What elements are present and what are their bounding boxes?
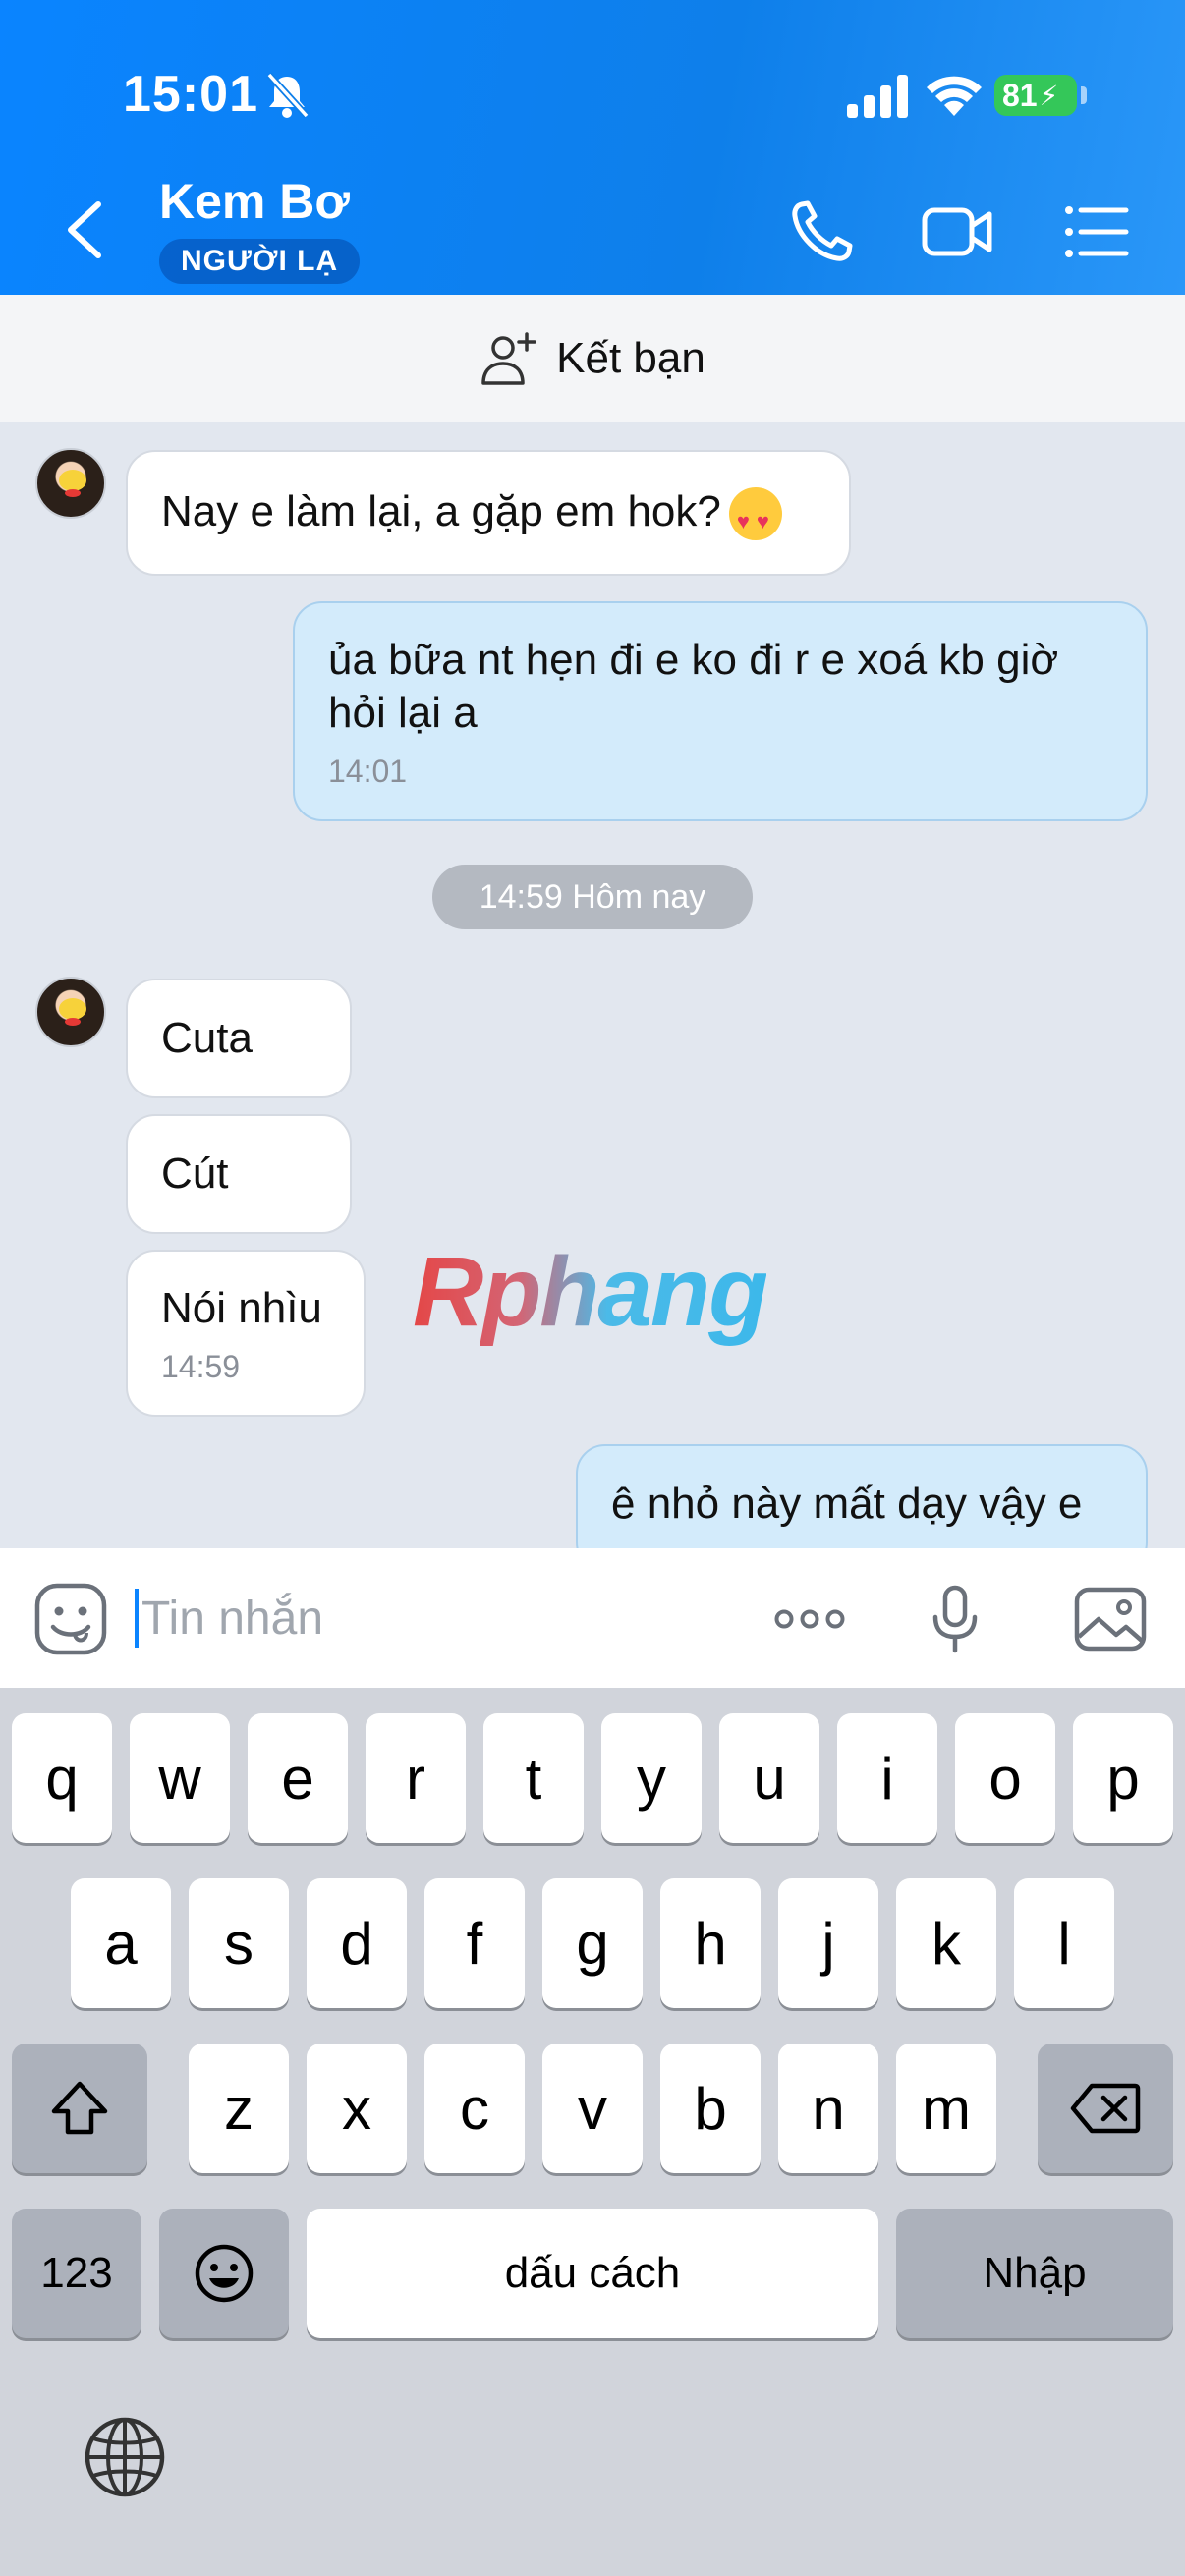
message-bubble-out[interactable]: ủa bữa nt hẹn đi e ko đi r e xoá kb giờ … <box>293 601 1148 821</box>
key-n[interactable]: n <box>778 2044 878 2173</box>
add-friend-label: Kết bạn <box>556 334 705 382</box>
phone-call-icon[interactable] <box>786 196 857 267</box>
shift-arrow-icon <box>51 2081 108 2135</box>
delete-key[interactable] <box>1038 2044 1173 2173</box>
status-time: 15:01 <box>123 66 258 123</box>
space-key[interactable]: dấu cách <box>307 2209 878 2338</box>
key-d[interactable]: d <box>307 1878 407 2008</box>
message-bubble-in[interactable]: Cút <box>126 1114 352 1234</box>
key-t[interactable]: t <box>483 1713 584 1843</box>
message-bubble-in[interactable]: Nay e làm lại, a gặp em hok? <box>126 450 851 576</box>
message-bubble-in[interactable]: Cuta <box>126 979 352 1098</box>
key-c[interactable]: c <box>424 2044 525 2173</box>
sticker-icon[interactable] <box>33 1582 108 1656</box>
emoji-key[interactable] <box>159 2209 289 2338</box>
key-r[interactable]: r <box>366 1713 466 1843</box>
key-j[interactable]: j <box>778 1878 878 2008</box>
battery-nub <box>1081 86 1087 104</box>
numbers-key[interactable]: 123 <box>12 2209 141 2338</box>
message-text: Cút <box>161 1149 229 1198</box>
shift-key[interactable] <box>12 2044 147 2173</box>
watermark-logo: Rphang <box>413 1237 768 1347</box>
key-z[interactable]: z <box>189 2044 289 2173</box>
battery-indicator: 81 ⚡ <box>994 75 1077 116</box>
microphone-icon[interactable] <box>918 1582 992 1656</box>
key-l[interactable]: l <box>1014 1878 1114 2008</box>
key-y[interactable]: y <box>601 1713 702 1843</box>
key-q[interactable]: q <box>12 1713 112 1843</box>
contact-avatar[interactable] <box>35 977 106 1047</box>
globe-icon[interactable] <box>83 2415 167 2499</box>
more-options-icon[interactable] <box>772 1582 847 1656</box>
wifi-icon <box>927 76 982 116</box>
message-text: ê nhỏ này mất dạy vậy e <box>611 1480 1083 1528</box>
key-x[interactable]: x <box>307 2044 407 2173</box>
back-chevron-icon[interactable] <box>61 196 110 263</box>
bell-off-icon <box>266 72 310 119</box>
contact-name[interactable]: Kem Bơ <box>159 173 350 230</box>
message-text: Nói nhìu <box>161 1283 322 1332</box>
add-person-icon <box>481 332 536 385</box>
message-time: 14:59 <box>161 1348 241 1384</box>
message-time: 14:01 <box>328 753 408 789</box>
emoji-smile-icon <box>195 2244 254 2303</box>
message-bubble-in[interactable]: Nói nhìu 14:59 <box>126 1250 366 1417</box>
key-k[interactable]: k <box>896 1878 996 2008</box>
charging-icon: ⚡ <box>1039 80 1059 111</box>
menu-list-icon[interactable] <box>1061 196 1132 267</box>
key-s[interactable]: s <box>189 1878 289 2008</box>
key-i[interactable]: i <box>837 1713 937 1843</box>
key-v[interactable]: v <box>542 2044 643 2173</box>
key-f[interactable]: f <box>424 1878 525 2008</box>
key-h[interactable]: h <box>660 1878 761 2008</box>
key-a[interactable]: a <box>71 1878 171 2008</box>
key-p[interactable]: p <box>1073 1713 1173 1843</box>
backspace-icon <box>1070 2083 1141 2134</box>
signal-icon <box>847 75 908 118</box>
text-cursor <box>135 1589 139 1648</box>
battery-level: 81 <box>1002 77 1038 113</box>
contact-avatar[interactable] <box>35 448 106 519</box>
return-key[interactable]: Nhập <box>896 2209 1173 2338</box>
message-text: ủa bữa nt hẹn đi e ko đi r e xoá kb giờ … <box>328 635 1059 737</box>
message-input[interactable] <box>141 1588 731 1649</box>
chat-header: 15:01 81 ⚡ Kem Bơ NGƯỜI LẠ <box>0 0 1185 295</box>
key-u[interactable]: u <box>719 1713 819 1843</box>
time-separator: 14:59 Hôm nay <box>432 865 753 929</box>
key-g[interactable]: g <box>542 1878 643 2008</box>
key-b[interactable]: b <box>660 2044 761 2173</box>
on-screen-keyboard: q w e r t y u i o p a s d f g h j k l z … <box>0 1688 1185 2576</box>
key-w[interactable]: w <box>130 1713 230 1843</box>
key-o[interactable]: o <box>955 1713 1055 1843</box>
message-text: Nay e làm lại, a gặp em hok? <box>161 486 721 535</box>
key-e[interactable]: e <box>248 1713 348 1843</box>
key-m[interactable]: m <box>896 2044 996 2173</box>
heart-eyes-emoji-icon <box>728 487 782 548</box>
image-gallery-icon[interactable] <box>1073 1582 1148 1656</box>
video-call-icon[interactable] <box>922 196 992 267</box>
message-text: Cuta <box>161 1014 253 1062</box>
stranger-badge: NGƯỜI LẠ <box>159 239 361 284</box>
add-friend-button[interactable]: Kết bạn <box>0 295 1185 422</box>
